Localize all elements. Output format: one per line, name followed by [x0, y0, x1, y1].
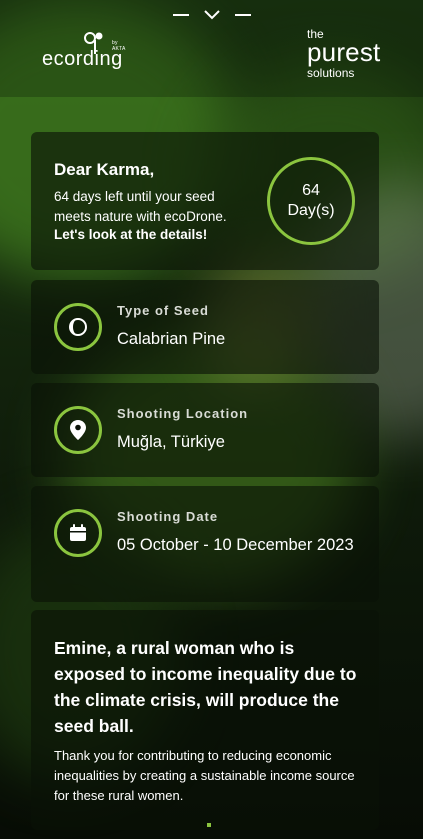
- story-headline: Emine, a rural woman who is exposed to i…: [54, 638, 357, 736]
- days-left-badge: 64 Day(s): [267, 157, 355, 245]
- shooting-date-label: Shooting Date: [117, 509, 219, 524]
- ecording-tagline: by AKTA: [112, 40, 126, 52]
- location-card: Shooting Location Muğla, Türkiye: [31, 383, 379, 477]
- shooting-date-card: Shooting Date 05 October - 10 December 2…: [31, 486, 379, 602]
- days-unit: Day(s): [287, 202, 335, 219]
- location-pin-icon: [54, 406, 102, 454]
- story-body: Thank you for contributing to reducing e…: [54, 748, 355, 803]
- greeting-cta: Let's look at the details!: [54, 227, 208, 242]
- top-controls: [0, 8, 423, 22]
- location-value: Muğla, Türkiye: [117, 433, 225, 451]
- chevron-down-icon[interactable]: [203, 8, 221, 22]
- logo-purest: purest: [307, 37, 381, 67]
- logo-solutions: solutions: [307, 66, 355, 80]
- calendar-icon: [54, 509, 102, 557]
- dash-right: [234, 14, 251, 16]
- ecording-wordmark: ecording: [42, 48, 123, 70]
- scroll-indicator: [207, 823, 211, 827]
- seed-icon: [54, 303, 102, 351]
- ecording-logo: ecording by AKTA: [42, 32, 126, 70]
- shooting-date-value: 05 October - 10 December 2023: [117, 536, 354, 554]
- greeting-message: 64 days left until your seed meets natur…: [54, 189, 227, 224]
- dash-left: [172, 14, 189, 16]
- seed-type-label: Type of Seed: [117, 303, 209, 318]
- story-card: Emine, a rural woman who is exposed to i…: [31, 610, 379, 830]
- days-count: 64: [302, 182, 320, 199]
- seed-type-value: Calabrian Pine: [117, 330, 226, 348]
- header: ecording by AKTA the purest solutions: [0, 0, 423, 97]
- seed-type-card: Type of Seed Calabrian Pine: [31, 280, 379, 374]
- greeting-card: Dear Karma, 64 days left until your seed…: [31, 132, 379, 270]
- greeting-title: Dear Karma,: [54, 160, 155, 179]
- purest-solutions-logo: the purest solutions: [307, 28, 380, 79]
- location-label: Shooting Location: [117, 406, 249, 421]
